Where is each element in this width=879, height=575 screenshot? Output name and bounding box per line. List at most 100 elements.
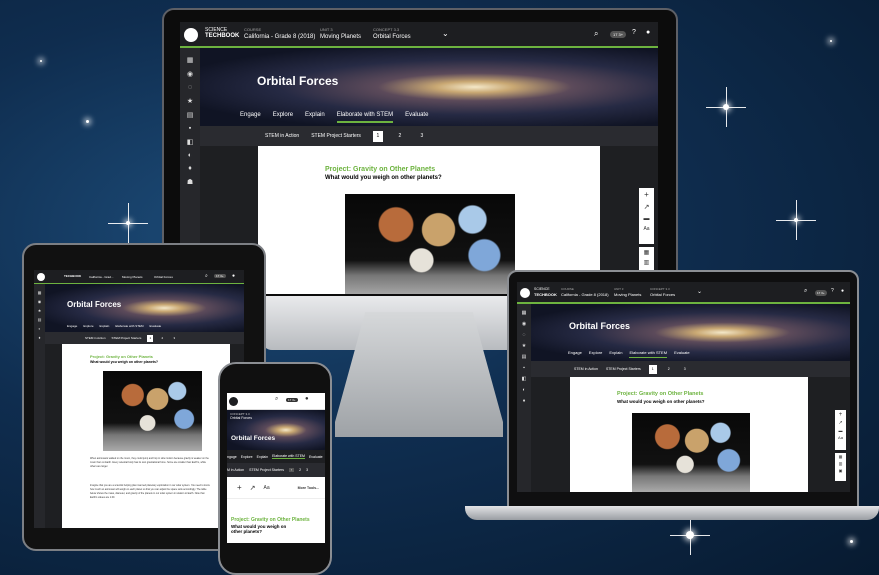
phone-search-icon[interactable]: ⌕ <box>275 396 278 403</box>
tablet-nav-icon[interactable]: ◐ <box>34 326 45 331</box>
phone-subtab-stem-in-action[interactable]: M in Action <box>227 468 244 472</box>
tablet-nav-icon[interactable]: ▤ <box>34 317 45 322</box>
phone-prev-page-icon[interactable]: ‹ <box>288 468 295 472</box>
tablet-nav-icon[interactable]: ◉ <box>34 299 45 304</box>
phone-tab-evaluate[interactable]: Evaluate <box>309 455 323 459</box>
tablet-subtab-stem-in-action[interactable]: STEM in Action <box>85 336 106 340</box>
laptop-share-icon[interactable]: ↗ <box>838 421 842 426</box>
laptop-lightbulb-icon[interactable]: ♦ <box>517 398 531 404</box>
tab-elaborate[interactable]: Elaborate with STEM <box>336 112 394 123</box>
text-size-icon[interactable]: Aa <box>643 227 649 232</box>
laptop-tab-elaborate[interactable]: Elaborate with STEM <box>629 350 668 358</box>
planets-image[interactable] <box>345 194 515 294</box>
tablet-concept[interactable]: Orbital Forces <box>154 275 173 279</box>
unit-value[interactable]: Moving Planets <box>320 34 361 40</box>
laptop-tab-explore[interactable]: Explore <box>589 350 603 358</box>
help-icon[interactable]: ? <box>632 29 636 36</box>
laptop-calendar-icon[interactable]: ▦ <box>517 310 531 316</box>
keyboard-icon[interactable]: ▥ <box>644 260 650 266</box>
concept-value[interactable]: Orbital Forces <box>373 34 411 40</box>
share-icon[interactable]: ↗ <box>644 204 650 211</box>
calculator-icon[interactable]: ▦ <box>644 250 650 256</box>
laptop-tab-evaluate[interactable]: Evaluate <box>674 350 690 358</box>
tab-evaluate[interactable]: Evaluate <box>405 112 428 123</box>
lightbulb-icon[interactable]: ♦ <box>180 165 200 172</box>
laptop-globe-icon[interactable]: ◉ <box>517 321 531 327</box>
search-icon[interactable]: ⌕ <box>594 29 598 39</box>
tablet-planets-image[interactable] <box>103 371 202 451</box>
star-icon[interactable]: ★ <box>180 97 200 105</box>
laptop-course-value[interactable]: California - Grade 8 (2018) <box>561 292 609 297</box>
laptop-help-icon[interactable]: ? <box>831 288 834 294</box>
phone-share-icon[interactable]: ↗ <box>250 484 256 492</box>
laptop-palette-icon[interactable]: ◐ <box>517 387 531 393</box>
tablet-nav-icon[interactable]: ★ <box>34 308 45 313</box>
tablet-tab-elaborate[interactable]: Elaborate with STEM <box>115 324 143 328</box>
laptop-print-icon[interactable]: ▬ <box>839 429 843 433</box>
laptop-text-size-icon[interactable]: Aa <box>838 436 843 440</box>
tab-engage[interactable]: Engage <box>240 112 261 123</box>
laptop-subtab-stem-in-action[interactable]: STEM in Action <box>574 367 598 371</box>
logo-icon[interactable] <box>184 28 198 42</box>
notebook-icon[interactable]: ▤ <box>180 111 200 119</box>
tablet-user-icon[interactable]: ● <box>232 273 235 279</box>
phone-subtab-project-starters[interactable]: STEM Project Starters <box>249 468 284 472</box>
phone-user-icon[interactable]: ● <box>305 396 309 402</box>
laptop-page-2[interactable]: 2 <box>665 365 673 374</box>
phone-more-tools-button[interactable]: More Tools... <box>298 486 319 490</box>
chart-icon[interactable]: ◧ <box>180 138 200 146</box>
laptop-chart-icon[interactable]: ◧ <box>517 376 531 382</box>
tab-explain[interactable]: Explain <box>305 112 325 123</box>
laptop-user-badge[interactable]: 17 3+ <box>815 290 827 296</box>
laptop-plus-icon[interactable]: + <box>839 412 843 418</box>
phone-tab-engage[interactable]: ngage <box>227 455 237 459</box>
tablet-course[interactable]: California - Grad... <box>89 275 114 279</box>
phone-plus-icon[interactable]: + <box>237 483 242 492</box>
laptop-planets-image[interactable] <box>632 413 750 492</box>
laptop-page-3[interactable]: 3 <box>681 365 689 374</box>
laptop-star-icon[interactable]: ★ <box>517 343 531 349</box>
phone-logo-icon[interactable] <box>229 397 238 406</box>
page-button-1[interactable]: 1 <box>372 130 383 142</box>
tablet-page-1[interactable]: 1 <box>147 334 154 342</box>
laptop-calculator-icon[interactable]: ▦ <box>839 455 843 459</box>
print-icon[interactable]: ▬ <box>644 216 650 222</box>
phone-user-badge[interactable]: 17 3+ <box>286 398 298 402</box>
tablet-subtab-project-starters[interactable]: STEM Project Starters <box>112 336 142 340</box>
laptop-tab-explain[interactable]: Explain <box>609 350 622 358</box>
page-button-2[interactable]: 2 <box>395 131 405 142</box>
page-button-3[interactable]: 3 <box>417 131 427 142</box>
laptop-logo-icon[interactable] <box>520 288 530 298</box>
laptop-search-icon[interactable]: ⌕ <box>804 288 807 295</box>
tablet-logo-icon[interactable] <box>37 273 45 281</box>
tablet-tab-explore[interactable]: Explore <box>83 324 93 328</box>
laptop-unit-value[interactable]: Moving Planets <box>614 292 641 297</box>
laptop-orbit-icon[interactable]: ◌ <box>517 332 531 338</box>
laptop-notebook-icon[interactable]: ▤ <box>517 354 531 360</box>
laptop-bag-icon[interactable]: ▣ <box>839 469 843 473</box>
subtab-stem-project-starters[interactable]: STEM Project Starters <box>311 133 361 139</box>
laptop-subtab-project-starters[interactable]: STEM Project Starters <box>606 367 641 371</box>
laptop-keyboard-icon[interactable]: ▥ <box>839 462 843 466</box>
tablet-tab-explain[interactable]: Explain <box>100 324 110 328</box>
folder-icon[interactable]: ▪ <box>180 125 200 132</box>
globe-icon[interactable]: ◉ <box>180 70 200 78</box>
phone-tab-explain[interactable]: Explain <box>257 455 268 459</box>
calendar-icon[interactable]: ▦ <box>180 56 200 64</box>
tablet-user-badge[interactable]: 17 3+ <box>214 274 226 278</box>
tab-explore[interactable]: Explore <box>273 112 293 123</box>
laptop-chevron-down-icon[interactable]: ⌄ <box>697 288 702 295</box>
subtab-stem-in-action[interactable]: STEM in Action <box>265 133 299 139</box>
tablet-tab-engage[interactable]: Engage <box>67 324 77 328</box>
tablet-page-3[interactable]: 3 <box>171 335 177 342</box>
chevron-down-icon[interactable]: ⌄ <box>442 29 449 38</box>
laptop-tab-engage[interactable]: Engage <box>568 350 582 358</box>
plus-icon[interactable]: + <box>644 191 649 199</box>
tablet-nav-icon[interactable]: ▦ <box>34 290 45 295</box>
laptop-folder-icon[interactable]: ▪ <box>517 365 531 371</box>
tablet-page-2[interactable]: 2 <box>159 335 165 342</box>
phone-page-3[interactable]: 3 <box>306 468 308 472</box>
tablet-nav-icon[interactable]: ♦ <box>34 335 45 340</box>
people-icon[interactable]: ☗ <box>180 178 200 186</box>
course-value[interactable]: California - Grade 8 (2018) <box>244 34 315 40</box>
